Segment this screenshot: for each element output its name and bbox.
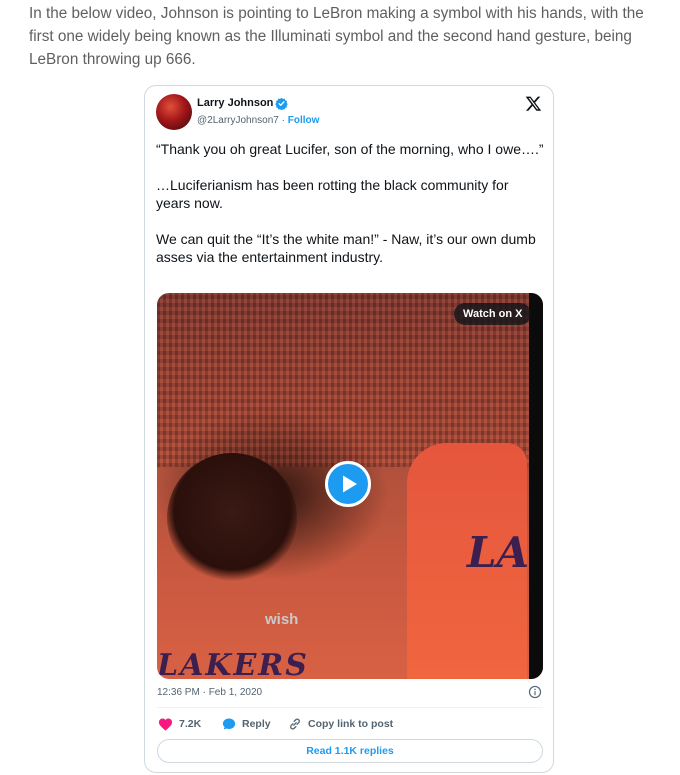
video-sponsor-logo: wish — [265, 611, 299, 628]
video-edge-strip — [529, 293, 543, 679]
verified-badge-icon — [275, 97, 288, 110]
tweet-timestamp[interactable]: 12:36 PM · Feb 1, 2020 — [157, 687, 262, 698]
video-left-jersey-text: LAKERS — [157, 648, 309, 679]
play-button[interactable] — [325, 461, 371, 507]
tweet-text: “Thank you oh great Lucifer, son of the … — [156, 140, 546, 284]
reply-button[interactable]: Reply — [222, 716, 271, 732]
author-handle-line: @2LarryJohnson7 · Follow — [197, 115, 319, 126]
avatar[interactable] — [156, 94, 192, 130]
article-paragraph: In the below video, Johnson is pointing … — [29, 5, 644, 68]
reply-bubble-icon — [222, 718, 236, 730]
copy-link-button[interactable]: Copy link to post — [288, 716, 393, 732]
copy-link-label: Copy link to post — [308, 718, 394, 730]
author-name[interactable]: Larry Johnson — [197, 97, 273, 109]
video-left-figure — [167, 453, 297, 583]
tweet-text-line: “Thank you oh great Lucifer, son of the … — [156, 141, 544, 157]
info-icon[interactable] — [528, 685, 542, 699]
like-count: 7.2K — [179, 718, 202, 730]
video-player[interactable]: LA wish LAKERS Watch on X — [157, 293, 543, 679]
follow-button[interactable]: Follow — [288, 115, 320, 126]
read-replies-button[interactable]: Read 1.1K replies — [157, 739, 543, 763]
x-logo-icon[interactable] — [525, 95, 542, 112]
divider — [157, 707, 543, 708]
video-jersey-text: LA — [467, 528, 530, 577]
tweet-text-line: We can quit the “It’s the white man!” - … — [156, 231, 536, 265]
play-icon — [343, 475, 357, 493]
watch-on-x-button[interactable]: Watch on X — [454, 303, 532, 325]
link-icon — [290, 718, 300, 730]
embedded-tweet[interactable]: Larry Johnson @2LarryJohnson7 · Follow “… — [144, 85, 554, 773]
handle-separator: · — [281, 115, 285, 126]
tweet-text-line: …Luciferianism has been rotting the blac… — [156, 177, 509, 211]
like-button[interactable]: 7.2K — [158, 716, 201, 732]
author-handle[interactable]: @2LarryJohnson7 — [197, 115, 279, 126]
reply-label: Reply — [242, 718, 271, 730]
heart-icon — [158, 718, 173, 731]
